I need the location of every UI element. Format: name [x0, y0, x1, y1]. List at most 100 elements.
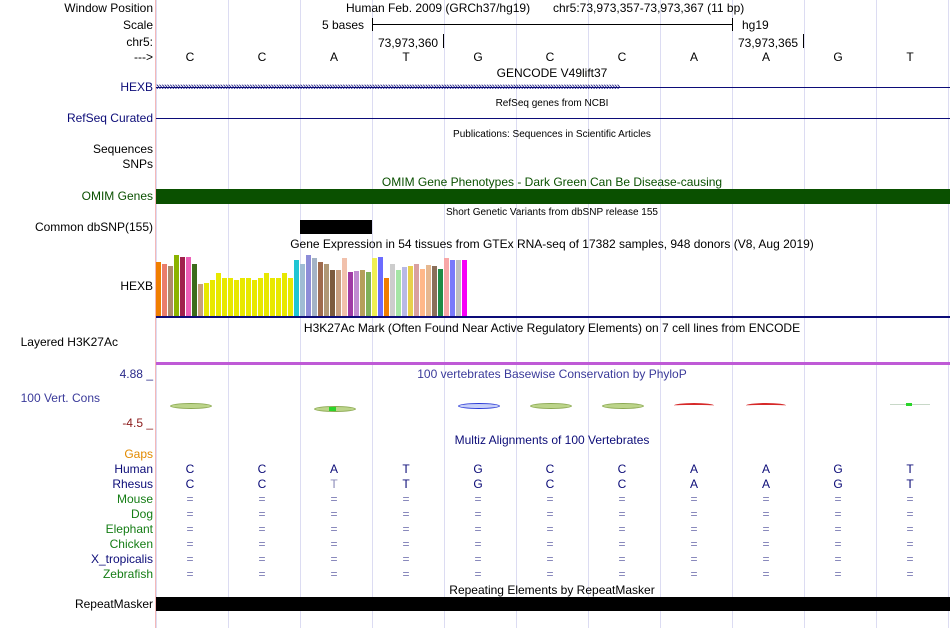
gtex-tissue-bar[interactable] — [312, 258, 317, 316]
rhesus-base: T — [402, 477, 410, 491]
h3k27ac-track-label[interactable]: Layered H3K27Ac — [21, 335, 118, 349]
guide-line — [948, 0, 949, 628]
gtex-tissue-bar[interactable] — [378, 257, 383, 316]
cons-glyph[interactable] — [530, 403, 572, 409]
alignment-match-glyph: = — [762, 522, 770, 536]
gtex-tissue-bar[interactable] — [156, 262, 161, 316]
gtex-tissue-bar[interactable] — [252, 280, 257, 316]
gtex-tissue-bar[interactable] — [390, 264, 395, 316]
gtex-tissue-bar[interactable] — [324, 264, 329, 316]
gtex-tissue-bar[interactable] — [360, 270, 365, 316]
gtex-tissue-bar[interactable] — [348, 272, 353, 316]
gtex-tissue-bar[interactable] — [414, 264, 419, 316]
gtex-tissue-bar[interactable] — [366, 272, 371, 316]
alignment-match-glyph: = — [834, 507, 842, 521]
gtex-gene-label[interactable]: HEXB — [120, 279, 153, 293]
gtex-tissue-bar[interactable] — [216, 273, 221, 316]
cons-glyph[interactable] — [602, 403, 644, 409]
vert-cons-track-label[interactable]: 100 Vert. Cons — [21, 391, 100, 405]
gtex-tissue-bar[interactable] — [180, 257, 185, 316]
gtex-tissue-bar[interactable] — [174, 255, 179, 316]
gtex-tissue-bar[interactable] — [276, 278, 281, 316]
alignment-match-glyph: = — [186, 507, 194, 521]
gtex-tissue-bar[interactable] — [402, 267, 407, 316]
omim-track-label[interactable]: OMIM Genes — [82, 189, 153, 203]
gtex-tissue-bar[interactable] — [270, 278, 275, 316]
h3k27ac-signal-line[interactable] — [156, 362, 950, 365]
refseq-gene-line[interactable] — [156, 118, 950, 119]
gtex-tissue-bar[interactable] — [372, 258, 377, 316]
gaps-label: Gaps — [124, 447, 153, 461]
gtex-tissue-bar[interactable] — [354, 271, 359, 316]
human-base: A — [761, 462, 770, 476]
gtex-tissue-bar[interactable] — [204, 283, 209, 316]
gtex-tissue-bar[interactable] — [330, 270, 335, 316]
gtex-tissue-bar[interactable] — [294, 260, 299, 316]
gtex-tissue-bar[interactable] — [408, 266, 413, 316]
gtex-tissue-bar[interactable] — [306, 255, 311, 316]
gencode-gene-label[interactable]: HEXB — [120, 80, 153, 94]
cons-min-label: -4.5 _ — [122, 416, 153, 430]
gtex-tissue-bar[interactable] — [186, 257, 191, 316]
cons-glyph[interactable] — [746, 403, 786, 408]
gtex-tissue-bar[interactable] — [456, 260, 461, 316]
window-position-label: Window Position — [64, 1, 153, 15]
gtex-tissue-bar[interactable] — [162, 264, 167, 316]
coord-tick-1 — [443, 34, 444, 48]
alignment-match-glyph: = — [618, 492, 626, 506]
gtex-tissue-bar[interactable] — [450, 260, 455, 316]
gtex-tissue-bar[interactable] — [258, 278, 263, 316]
gtex-tissue-bar[interactable] — [288, 278, 293, 316]
gtex-tissue-bar[interactable] — [462, 260, 467, 316]
cons-snp-mark — [906, 403, 912, 406]
gtex-tissue-bar[interactable] — [438, 269, 443, 316]
gtex-tissue-bar[interactable] — [168, 266, 173, 316]
gtex-tissue-bar[interactable] — [222, 278, 227, 316]
gtex-tissue-bar[interactable] — [246, 278, 251, 316]
gtex-tissue-bar[interactable] — [426, 265, 431, 316]
gtex-tissue-bar[interactable] — [240, 278, 245, 316]
alignment-match-glyph: = — [690, 552, 698, 566]
alignment-match-glyph: = — [906, 552, 914, 566]
refseq-track-label[interactable]: RefSeq Curated — [67, 111, 153, 125]
alignment-match-glyph: = — [834, 492, 842, 506]
alignment-match-glyph: = — [474, 567, 482, 581]
alignment-match-glyph: = — [330, 537, 338, 551]
dbsnp-track-label[interactable]: Common dbSNP(155) — [35, 220, 153, 234]
dbsnp-variant[interactable] — [300, 220, 372, 234]
gtex-tissue-bar[interactable] — [198, 284, 203, 316]
gtex-tissue-bar[interactable] — [228, 278, 233, 316]
gtex-tissue-bar[interactable] — [396, 270, 401, 316]
gtex-bar-chart[interactable] — [156, 252, 556, 316]
gtex-tissue-bar[interactable] — [192, 264, 197, 316]
cons-glyph[interactable] — [458, 403, 500, 409]
gtex-tissue-bar[interactable] — [420, 269, 425, 316]
snps-label[interactable]: SNPs — [122, 157, 153, 171]
gtex-tissue-bar[interactable] — [342, 258, 347, 316]
gtex-tissue-bar[interactable] — [384, 278, 389, 316]
alignment-match-glyph: = — [690, 522, 698, 536]
gtex-tissue-bar[interactable] — [336, 270, 341, 316]
omim-feature-bar[interactable] — [156, 189, 950, 204]
coord-tick-2 — [803, 34, 804, 48]
gtex-tissue-bar[interactable] — [234, 280, 239, 316]
omim-track-title: OMIM Gene Phenotypes - Dark Green Can Be… — [381, 175, 723, 189]
repeatmasker-track-label[interactable]: RepeatMasker — [75, 597, 153, 611]
cons-glyph[interactable] — [674, 403, 714, 408]
alignment-match-glyph: = — [474, 552, 482, 566]
gtex-tissue-bar[interactable] — [444, 258, 449, 316]
gtex-tissue-bar[interactable] — [318, 262, 323, 316]
dbsnp-track-title: Short Genetic Variants from dbSNP releas… — [446, 207, 658, 218]
rhesus-base: C — [545, 477, 555, 491]
gtex-tissue-bar[interactable] — [300, 264, 305, 316]
strand-arrow-label[interactable]: ---> — [134, 50, 153, 64]
sequences-label[interactable]: Sequences — [93, 142, 153, 156]
gtex-tissue-bar[interactable] — [210, 280, 215, 316]
scale-bar-tick-left — [372, 18, 373, 31]
genome-browser-tracks[interactable]: Human Feb. 2009 (GRCh37/hg19) chr5:73,97… — [156, 0, 950, 628]
repeatmasker-feature-bar[interactable] — [156, 597, 950, 611]
gtex-tissue-bar[interactable] — [432, 266, 437, 316]
cons-glyph[interactable] — [170, 403, 212, 409]
gtex-tissue-bar[interactable] — [282, 273, 287, 316]
gtex-tissue-bar[interactable] — [264, 273, 269, 316]
